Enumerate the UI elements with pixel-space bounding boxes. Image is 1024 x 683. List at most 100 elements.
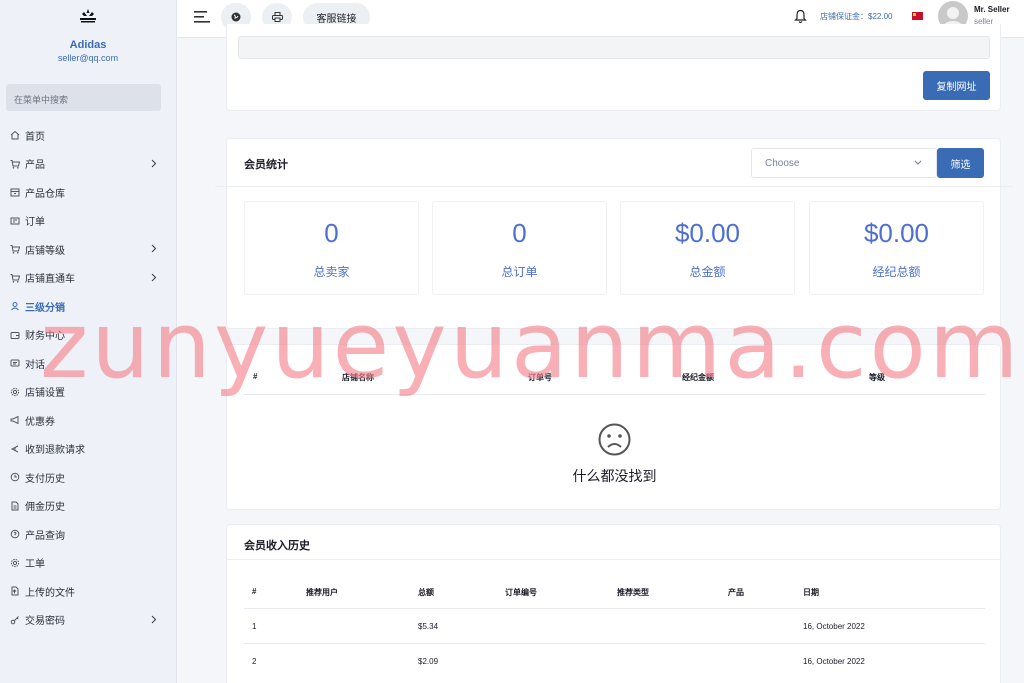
divider	[227, 559, 1002, 560]
question-icon	[10, 529, 20, 539]
sidebar-item[interactable]: 对话	[0, 349, 176, 378]
gear-icon	[10, 387, 20, 396]
row-date: 16, October 2022	[803, 657, 865, 666]
period-select-value: Choose	[765, 158, 800, 169]
table-header-cell: 日期	[803, 588, 819, 597]
sidebar-item[interactable]: 三级分销	[0, 292, 176, 321]
table-header-cell: 订单号	[528, 373, 552, 382]
sidebar-item[interactable]: 上传的文件	[0, 577, 176, 606]
sidebar-item[interactable]: 交易密码	[0, 606, 176, 635]
cart-icon	[10, 159, 20, 169]
stat-value: $0.00	[674, 218, 741, 248]
member-stats-card: 会员统计 Choose 筛选 0 总卖家 0 总订单 $0.00 总金额 $0.00 经纪总额	[215, 138, 1013, 329]
sidebar-item[interactable]: 店铺等级	[0, 235, 176, 264]
wallet-icon	[10, 331, 20, 339]
referral-url-textarea[interactable]	[238, 36, 990, 59]
copy-url-button[interactable]: 复制网址	[923, 71, 990, 100]
stat-value: 0	[324, 218, 339, 248]
member-stats-title: 会员统计	[244, 159, 288, 171]
stat-value: 0	[512, 218, 527, 248]
stat-label: 总卖家	[313, 265, 350, 279]
sidebar-item-label: 优惠券	[25, 416, 55, 428]
stats-row: 0 总卖家 0 总订单 $0.00 总金额 $0.00 经纪总额	[244, 187, 985, 297]
megaphone-icon	[10, 415, 19, 425]
printer-icon	[271, 12, 283, 22]
sidebar-item-label: 产品	[25, 160, 45, 172]
sidebar-item[interactable]: 财务中心	[0, 321, 176, 350]
table-header-cell: 推荐类型	[617, 588, 649, 597]
sidebar-item-label: 对话	[25, 359, 45, 371]
globe-icon	[231, 12, 241, 22]
sidebar-item-label: 店铺直通车	[25, 274, 75, 286]
table-header-cell: 店铺名称	[342, 373, 374, 382]
filter-button[interactable]: 筛选	[937, 148, 984, 178]
row-date: 16, October 2022	[803, 622, 865, 631]
sidebar-item[interactable]: 佣金历史	[0, 492, 176, 521]
stat-label: 总订单	[501, 265, 538, 279]
orders-table-card: # 店铺名称 订单号 经纪金额 等级 什么都没找到	[226, 344, 1001, 510]
bell-icon[interactable]	[794, 9, 807, 24]
archive-icon	[10, 188, 20, 197]
sidebar-item[interactable]: 优惠券	[0, 406, 176, 435]
sidebar-item-label: 店铺设置	[25, 388, 65, 400]
sidebar-item-label: 产品仓库	[25, 188, 65, 200]
hamburger-menu-icon[interactable]	[194, 10, 212, 24]
history-icon	[10, 472, 20, 482]
income-history-card: 会员收入历史 # 推荐用户 总额 订单编号 推荐类型 产品 日期 1 $5.34 16, Oct…	[226, 524, 1002, 683]
sidebar-item[interactable]: 工单	[0, 549, 176, 578]
income-history-title: 会员收入历史	[244, 540, 310, 552]
table-header-cell: 等级	[869, 373, 885, 382]
row-amount: $2.09	[418, 657, 439, 666]
stat-box: $0.00 经纪总额	[809, 201, 984, 295]
divider	[244, 394, 985, 395]
shop-name: Adidas	[69, 39, 107, 51]
chevron-right-icon	[151, 273, 157, 281]
table-header-cell: 经纪金额	[682, 373, 714, 382]
sidebar-item[interactable]: 收到退款请求	[0, 435, 176, 464]
period-select[interactable]: Choose	[751, 148, 937, 178]
sidebar-item[interactable]: 产品查询	[0, 520, 176, 549]
adidas-logo-icon	[80, 9, 96, 23]
sidebar-item-label: 工单	[25, 559, 45, 571]
home-icon	[10, 131, 20, 140]
referral-url-card: 复制网址	[226, 24, 1001, 111]
stat-box: 0 总卖家	[244, 201, 419, 295]
row-number: 2	[252, 657, 257, 666]
menu-search-input[interactable]: 在菜单中搜索	[6, 84, 161, 111]
stat-label: 总金额	[689, 265, 726, 279]
sidebar-menu: 首页产品产品仓库订单 店铺等级店铺直通车三级分销财务中心对话店铺设置优惠券收到退款…	[0, 121, 176, 634]
sidebar-item[interactable]: 产品仓库	[0, 178, 176, 207]
chat-icon	[10, 359, 20, 367]
chevron-right-icon	[151, 244, 157, 253]
table-header-cell: 订单编号	[505, 588, 537, 597]
sidebar-item[interactable]: 订单	[0, 207, 176, 236]
sidebar-item-label: 产品查询	[25, 530, 65, 542]
stat-label: 经纪总额	[872, 265, 921, 279]
divider	[244, 608, 985, 609]
table-header-cell: 推荐用户	[306, 588, 338, 597]
sidebar-item-label: 上传的文件	[25, 587, 75, 599]
table-header-cell: 产品	[728, 588, 744, 597]
sidebar-item-label: 收到退款请求	[25, 445, 85, 457]
china-flag-icon[interactable]	[912, 12, 923, 20]
sidebar-item[interactable]: 支付历史	[0, 463, 176, 492]
sidebar: Adidas seller@qq.com 在菜单中搜索 首页 产品 产品仓库 订单 店铺…	[0, 0, 177, 683]
shop-email: seller@qq.com	[57, 53, 119, 63]
sidebar-item[interactable]: 首页	[0, 121, 176, 150]
divider	[244, 643, 985, 644]
sidebar-item[interactable]: 店铺设置	[0, 378, 176, 407]
chevron-right-icon	[151, 615, 157, 623]
row-amount: $5.34	[418, 622, 439, 631]
sidebar-item-label: 财务中心	[25, 331, 65, 343]
chevron-down-icon	[914, 160, 922, 165]
sidebar-item-label: 交易密码	[25, 616, 65, 628]
sidebar-item[interactable]: 产品	[0, 150, 176, 179]
sidebar-item[interactable]: 店铺直通车	[0, 264, 176, 293]
chevron-right-icon	[151, 159, 157, 167]
shop-deposit: 店铺保证金：$22.00	[820, 12, 893, 21]
invoice-icon	[10, 217, 20, 225]
empty-state-text: 什么都没找到	[572, 468, 657, 484]
stat-box: $0.00 总金额	[620, 201, 795, 295]
sidebar-item-label: 佣金历史	[25, 502, 65, 514]
folder-icon	[11, 586, 19, 596]
